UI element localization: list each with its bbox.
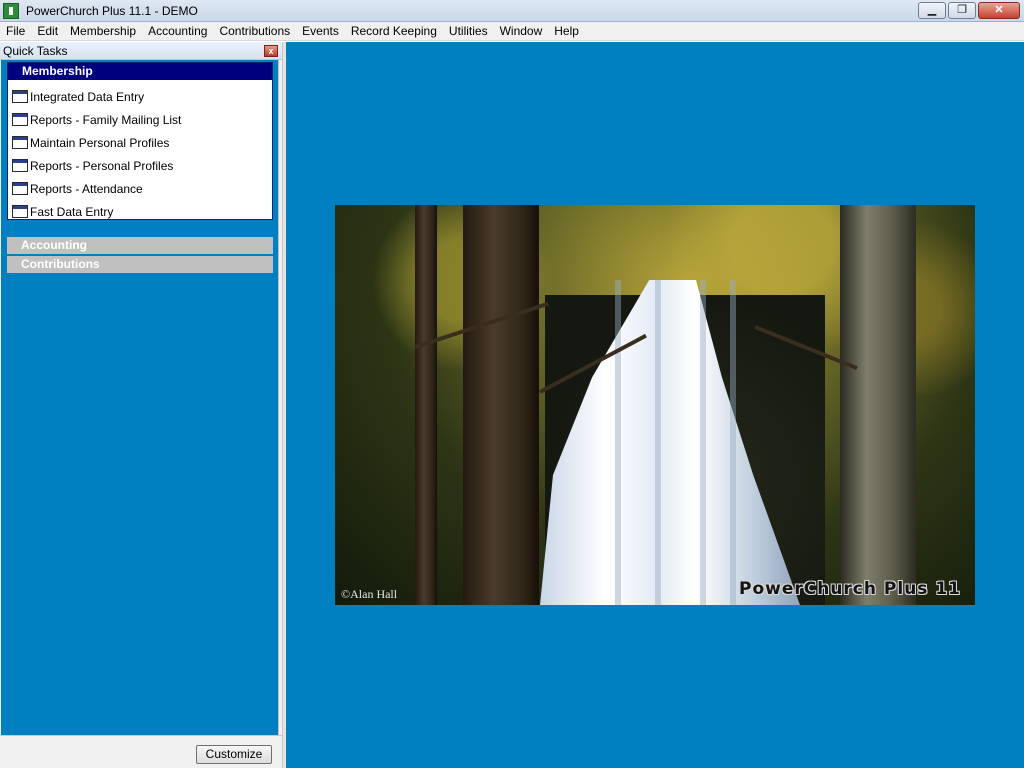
window-form-icon [12,113,28,126]
task-reports-attendance[interactable]: Reports - Attendance [8,177,272,200]
quick-tasks-title: Quick Tasks [3,44,68,58]
quick-tasks-panel: Quick Tasks x Membership Integrated Data… [0,42,282,768]
menu-window[interactable]: Window [494,22,549,41]
restore-button[interactable]: ❐ [948,2,976,19]
task-maintain-personal-profiles[interactable]: Maintain Personal Profiles [8,131,272,154]
window-form-icon [12,205,28,218]
photo-copyright: ©Alan Hall [341,587,398,601]
menu-accounting[interactable]: Accounting [142,22,213,41]
task-label: Reports - Attendance [30,181,143,196]
main-workspace: ©Alan Hall PowerChurch Plus 11 [286,42,1024,768]
water-streak [615,280,621,605]
window-form-icon [12,136,28,149]
group-header-accounting[interactable]: Accounting [7,237,273,254]
task-reports-personal-profiles[interactable]: Reports - Personal Profiles [8,154,272,177]
group-header-membership[interactable]: Membership [8,63,272,80]
title-bar[interactable]: PowerChurch Plus 11.1 - DEMO ▁ ❐ ✕ [0,0,1024,22]
task-group-membership: Membership Integrated Data Entry Reports… [7,62,273,220]
quick-tasks-footer: Customize [0,735,282,768]
window-controls: ▁ ❐ ✕ [918,2,1020,19]
menu-file[interactable]: File [0,22,31,41]
splash-brand-text: PowerChurch Plus 11 [738,579,961,599]
window-form-icon [12,182,28,195]
window-form-icon [12,90,28,103]
window-form-icon [12,159,28,172]
task-fast-data-entry[interactable]: Fast Data Entry [8,200,272,223]
membership-task-list: Integrated Data Entry Reports - Family M… [8,80,272,219]
menu-membership[interactable]: Membership [64,22,142,41]
tree-trunk [840,205,916,605]
quick-tasks-close-icon[interactable]: x [264,45,278,57]
window-title: PowerChurch Plus 11.1 - DEMO [26,4,198,18]
customize-button[interactable]: Customize [196,745,272,764]
water-streak [655,280,661,605]
menu-bar: File Edit Membership Accounting Contribu… [0,22,1024,41]
group-header-contributions[interactable]: Contributions [7,256,273,273]
app-icon[interactable] [3,3,19,19]
task-label: Fast Data Entry [30,204,114,219]
quick-tasks-body: Membership Integrated Data Entry Reports… [1,60,279,735]
quick-tasks-header: Quick Tasks x [0,42,282,60]
task-label: Maintain Personal Profiles [30,135,170,150]
close-button[interactable]: ✕ [978,2,1020,19]
task-group-accounting: Accounting [7,237,273,254]
menu-edit[interactable]: Edit [31,22,64,41]
task-label: Integrated Data Entry [30,89,145,104]
menu-record-keeping[interactable]: Record Keeping [345,22,443,41]
menu-help[interactable]: Help [548,22,585,41]
task-label: Reports - Family Mailing List [30,112,182,127]
water-streak [730,280,736,605]
menu-events[interactable]: Events [296,22,345,41]
task-label: Reports - Personal Profiles [30,158,174,173]
splash-image: ©Alan Hall PowerChurch Plus 11 [335,205,975,605]
minimize-button[interactable]: ▁ [918,2,946,19]
water-streak [700,280,706,605]
task-integrated-data-entry[interactable]: Integrated Data Entry [8,85,272,108]
menu-utilities[interactable]: Utilities [443,22,494,41]
menu-contributions[interactable]: Contributions [213,22,296,41]
tree-trunk [415,205,437,605]
tree-trunk [463,205,539,605]
task-reports-family-mailing-list[interactable]: Reports - Family Mailing List [8,108,272,131]
task-group-contributions: Contributions [7,256,273,273]
